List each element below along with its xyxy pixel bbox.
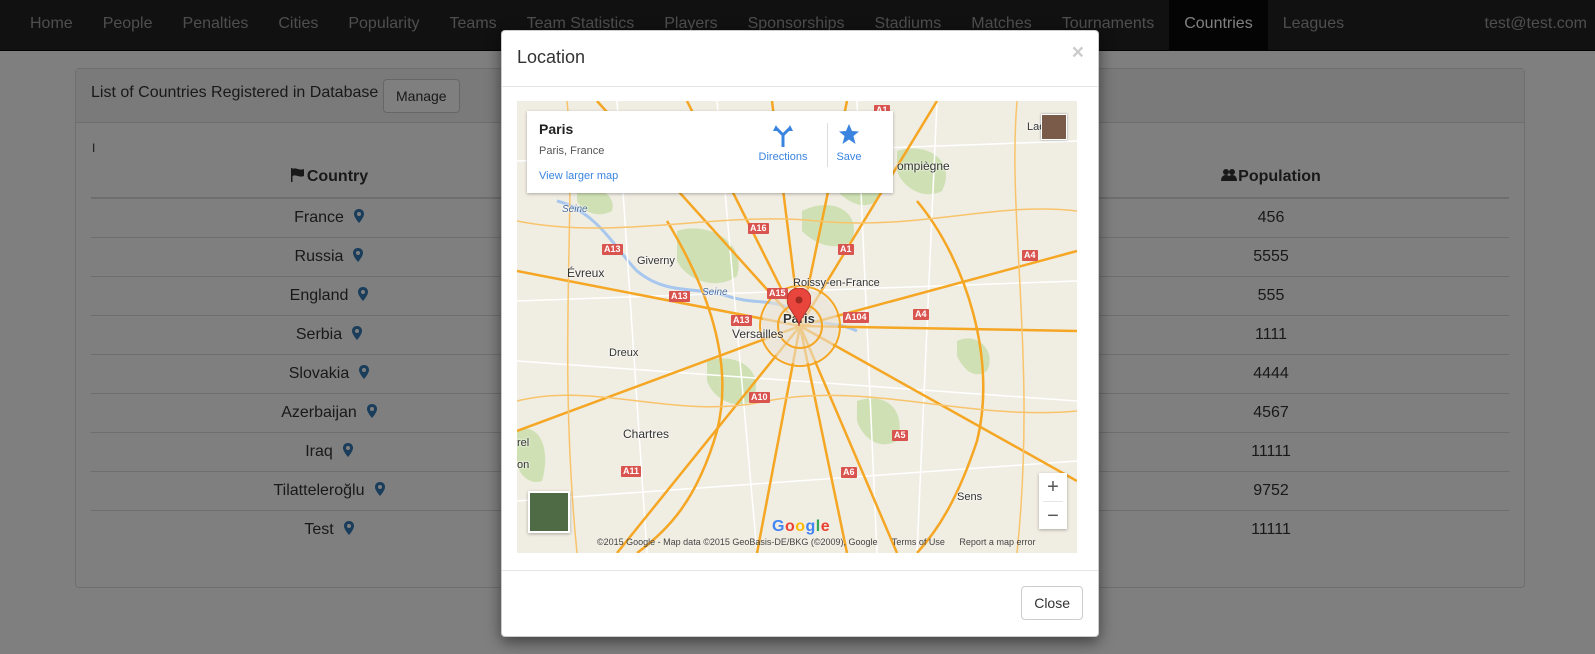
user-avatar[interactable] bbox=[1041, 114, 1067, 140]
modal-title: Location bbox=[517, 47, 586, 67]
save-label: Save bbox=[836, 151, 862, 163]
google-logo: Google bbox=[772, 518, 831, 535]
map-attribution: ©2015 Google - Map data ©2015 GeoBasis-D… bbox=[597, 537, 1047, 547]
close-button[interactable]: Close bbox=[1021, 586, 1083, 620]
map-label-on: on bbox=[517, 459, 530, 471]
zoom-out-button[interactable]: − bbox=[1039, 502, 1067, 530]
map-label-seine-south: Seine bbox=[702, 287, 728, 298]
map-label-compiegne: ompiègne bbox=[897, 159, 950, 173]
place-address: Paris, France bbox=[539, 145, 605, 157]
road-shield: A10 bbox=[749, 392, 770, 403]
save-button[interactable]: Save bbox=[831, 123, 867, 163]
map-label-seine-north: Seine bbox=[562, 204, 588, 215]
road-shield: A11 bbox=[621, 466, 642, 477]
map-label-sens: Sens bbox=[957, 491, 983, 503]
map-label-rel: rel bbox=[517, 437, 530, 449]
close-icon[interactable]: × bbox=[1072, 41, 1084, 65]
star-icon bbox=[839, 124, 859, 144]
zoom-control: + − bbox=[1039, 473, 1067, 529]
location-marker-icon[interactable] bbox=[787, 288, 811, 326]
road-shield: A13 bbox=[731, 315, 752, 326]
map-label-dreux: Dreux bbox=[609, 347, 639, 359]
terms-link[interactable]: Terms of Use bbox=[892, 537, 945, 547]
directions-label: Directions bbox=[758, 151, 808, 163]
zoom-in-button[interactable]: + bbox=[1039, 473, 1067, 501]
view-larger-map-link[interactable]: View larger map bbox=[539, 170, 618, 182]
info-divider bbox=[827, 123, 828, 167]
road-shield: A16 bbox=[748, 223, 769, 234]
road-shield: A4 bbox=[913, 309, 929, 320]
road-shield: A15 bbox=[767, 288, 788, 299]
road-shield: A5 bbox=[892, 430, 908, 441]
location-modal: Location × Versailles Évreux Giverny Roi… bbox=[501, 30, 1099, 637]
road-shield: A1 bbox=[838, 244, 854, 255]
road-shield: A104 bbox=[843, 312, 869, 323]
directions-button[interactable]: Directions bbox=[753, 123, 813, 163]
map-label-versailles: Versailles bbox=[732, 327, 784, 341]
report-error-link[interactable]: Report a map error bbox=[959, 537, 1035, 547]
attribution-text: ©2015 Google - Map data ©2015 GeoBasis-D… bbox=[597, 537, 878, 547]
map-label-chartres: Chartres bbox=[623, 427, 670, 441]
place-name: Paris bbox=[539, 121, 574, 137]
embedded-map[interactable]: Paris Versailles Évreux Giverny Roissy-e… bbox=[517, 101, 1077, 553]
satellite-toggle[interactable] bbox=[528, 491, 570, 533]
road-shield: A4 bbox=[1022, 250, 1038, 261]
modal-header: Location × bbox=[502, 31, 1098, 87]
road-shield: A13 bbox=[669, 291, 690, 302]
map-label-giverny: Giverny bbox=[637, 255, 675, 267]
road-shield: A13 bbox=[602, 244, 623, 255]
directions-icon bbox=[773, 125, 793, 147]
modal-footer: Close bbox=[502, 570, 1098, 636]
map-label-evreux: Évreux bbox=[567, 266, 605, 280]
road-shield: A6 bbox=[841, 467, 857, 478]
place-info-card: Paris Paris, France View larger map Dire… bbox=[527, 111, 893, 193]
